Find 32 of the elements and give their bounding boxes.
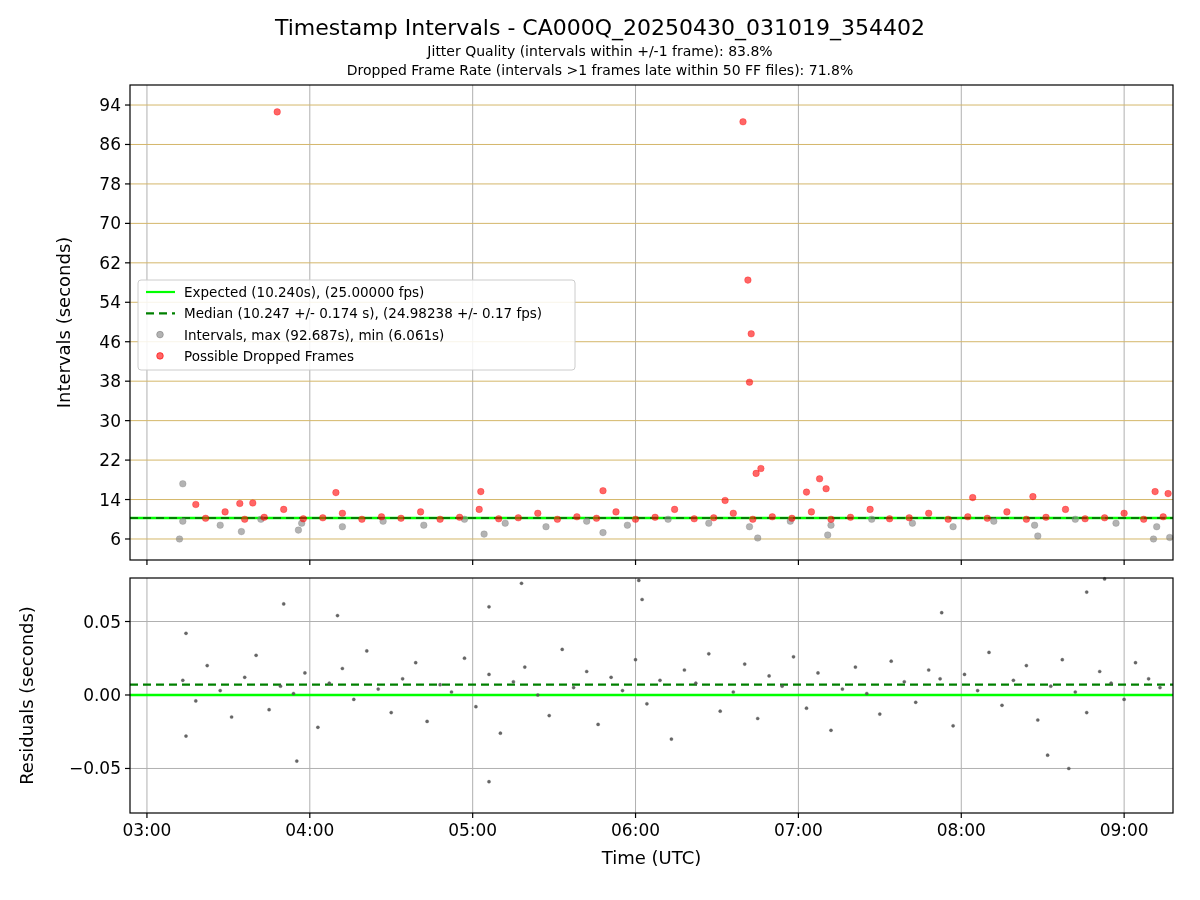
y-tick-label: 70 — [99, 213, 121, 234]
chart-title: Timestamp Intervals - CA000Q_20250430_031019_354402 — [274, 14, 926, 42]
x-tick-label: 05:00 — [448, 820, 498, 840]
y-axis-label: Residuals (seconds) — [16, 606, 37, 785]
legend-label: Median (10.247 +/- 0.174 s), (24.98238 +/- 0.17 fps) — [184, 305, 542, 322]
x-tick-label: 08:00 — [936, 820, 986, 840]
y-tick-label: 6 — [110, 529, 121, 549]
y-tick-label: 30 — [99, 410, 121, 431]
y-tick-label: −0.05 — [68, 758, 121, 779]
y-tick-label: 78 — [99, 173, 121, 194]
y-tick-label: 0.00 — [83, 685, 121, 705]
chart-subtitle: Jitter Quality (intervals within +/-1 frame): 83.8% — [427, 42, 773, 61]
x-tick-label: 07:00 — [773, 820, 823, 840]
y-axis-label: Intervals (seconds) — [53, 236, 74, 409]
legend-label: Intervals, max (92.687s), min (6.061s) — [184, 326, 445, 343]
x-tick-label: 03:00 — [122, 820, 172, 840]
x-axis-label: Time (UTC) — [601, 847, 702, 868]
legend-label: Expected (10.240s), (25.00000 fps) — [184, 284, 425, 300]
x-tick-label: 09:00 — [1099, 820, 1149, 840]
y-tick-label: 38 — [99, 371, 121, 392]
legend-label: Possible Dropped Frames — [184, 347, 354, 364]
y-tick-label: 94 — [99, 95, 121, 115]
y-tick-label: 54 — [99, 292, 121, 313]
y-tick-label: 0.05 — [83, 611, 121, 632]
chart-subtitle: Dropped Frame Rate (intervals >1 frames late within 50 FF files): 71.8% — [346, 61, 854, 80]
y-tick-label: 14 — [99, 489, 121, 510]
y-tick-label: 46 — [99, 331, 121, 352]
x-tick-label: 06:00 — [611, 820, 661, 840]
y-tick-label: 22 — [99, 450, 121, 471]
y-tick-label: 86 — [99, 134, 121, 155]
y-tick-label: 62 — [99, 252, 121, 273]
x-tick-label: 04:00 — [285, 820, 335, 840]
